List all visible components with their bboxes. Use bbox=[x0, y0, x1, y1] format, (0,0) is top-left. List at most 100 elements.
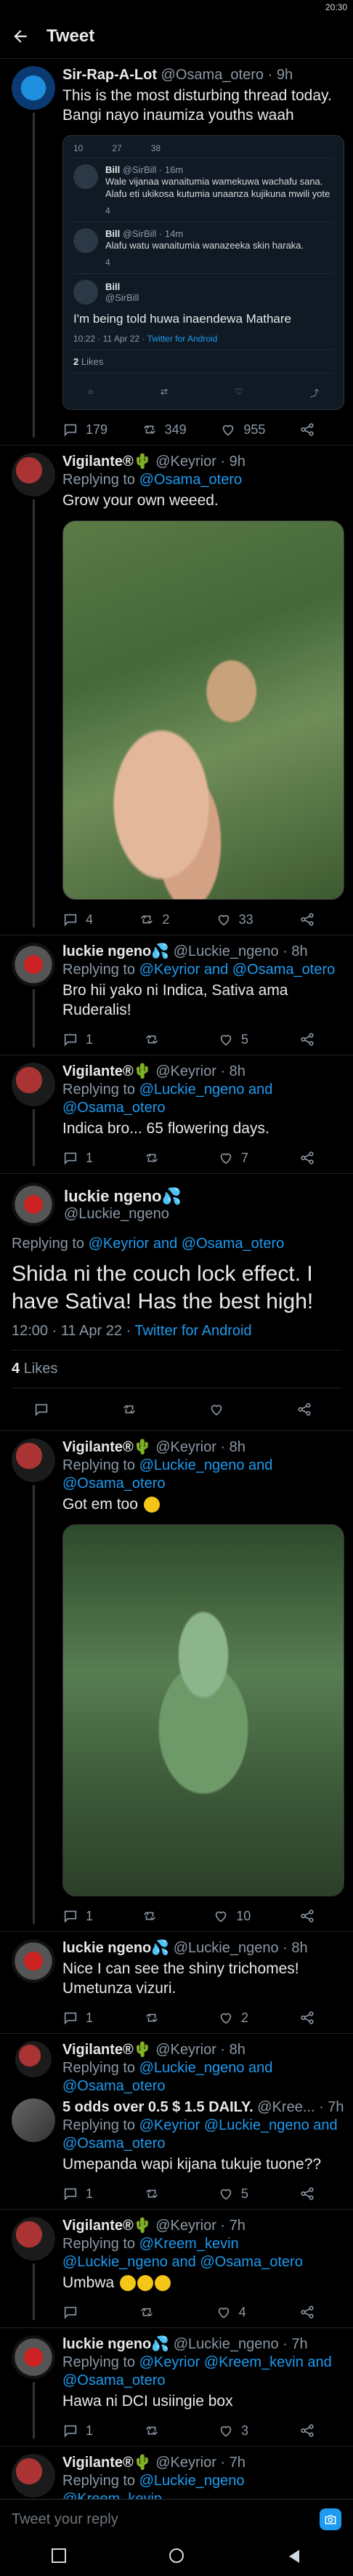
tweet-image[interactable] bbox=[62, 1524, 344, 1896]
camera-button[interactable] bbox=[320, 2508, 341, 2530]
tweet[interactable]: Vigilante®🌵 @Keyrior · 7h Replying to @K… bbox=[0, 2210, 353, 2328]
like-button[interactable]: 5 bbox=[218, 1031, 248, 1047]
avatar[interactable] bbox=[12, 2098, 55, 2142]
tweet-image[interactable] bbox=[62, 520, 344, 900]
tweet[interactable]: Sir-Rap-A-Lot @Osama_otero · 9h This is … bbox=[0, 59, 353, 446]
avatar[interactable] bbox=[12, 453, 55, 496]
share-button[interactable] bbox=[299, 2304, 315, 2320]
tweet[interactable]: Vigilante®🌵 @Keyrior · 8h Replying to @L… bbox=[0, 2034, 353, 2096]
avatar[interactable] bbox=[12, 943, 55, 986]
share-button[interactable] bbox=[299, 422, 315, 438]
share-button[interactable] bbox=[299, 2010, 315, 2026]
like-button[interactable]: 33 bbox=[216, 911, 253, 927]
author-name[interactable]: Vigilante®🌵 bbox=[62, 1439, 152, 1455]
back-button[interactable] bbox=[10, 26, 31, 47]
tweet[interactable]: luckie ngeno💦 @Luckie_ngeno · 8h Nice I … bbox=[0, 1932, 353, 2034]
author-name[interactable]: 5 odds over 0.5 $ 1.5 DAILY. bbox=[62, 2099, 253, 2115]
reply-button[interactable]: 4 bbox=[62, 911, 93, 927]
mention-link[interactable]: @Keyrior and @Osama_otero bbox=[139, 962, 336, 978]
tweet-actions bbox=[12, 1388, 341, 1430]
tweet-time: 9h bbox=[276, 67, 293, 83]
like-button[interactable] bbox=[208, 1401, 224, 1417]
share-button[interactable] bbox=[299, 1150, 315, 1166]
avatar[interactable] bbox=[12, 1939, 55, 1983]
share-button[interactable] bbox=[299, 1908, 315, 1924]
avatar[interactable] bbox=[12, 2217, 55, 2261]
author-name[interactable]: Vigilante®🌵 bbox=[62, 2218, 152, 2234]
source-link[interactable]: Twitter for Android bbox=[134, 1323, 251, 1339]
retweet-button[interactable] bbox=[144, 1150, 167, 1166]
avatar[interactable] bbox=[12, 2335, 55, 2379]
heart-icon bbox=[220, 1153, 232, 1164]
reply-button[interactable]: 1 bbox=[62, 1908, 93, 1924]
reply-composer[interactable]: Tweet your reply bbox=[0, 2499, 353, 2539]
share-button[interactable] bbox=[299, 2186, 315, 2202]
reply-button[interactable] bbox=[33, 1401, 49, 1417]
mention-link[interactable]: @Keyrior and @Osama_otero bbox=[89, 1236, 285, 1252]
author-name[interactable]: Vigilante®🌵 bbox=[62, 454, 152, 470]
tweet-time: 7h bbox=[229, 2218, 246, 2234]
embedded-screenshot[interactable]: 10 27 38 Bill @SirBill · 16m Wale vijana… bbox=[62, 135, 344, 410]
like-button[interactable]: 10 bbox=[213, 1908, 251, 1924]
author-name[interactable]: luckie ngeno💦 bbox=[62, 943, 169, 959]
author-name[interactable]: Vigilante®🌵 bbox=[62, 2455, 152, 2471]
like-button[interactable]: 7 bbox=[218, 1150, 248, 1166]
retweet-button[interactable] bbox=[144, 1031, 167, 1047]
avatar[interactable] bbox=[12, 1438, 55, 1482]
retweet-button[interactable] bbox=[144, 2423, 167, 2439]
avatar[interactable] bbox=[15, 2041, 52, 2077]
tweet[interactable]: Vigilante®🌵 @Keyrior · 8h Replying to @L… bbox=[0, 1055, 353, 1174]
avatar[interactable] bbox=[12, 66, 55, 110]
share-button[interactable] bbox=[299, 2423, 315, 2439]
author-name[interactable]: luckie ngeno💦 bbox=[64, 1187, 182, 1206]
avatar[interactable] bbox=[12, 2454, 55, 2497]
like-button[interactable]: 4 bbox=[216, 2304, 246, 2320]
retweet-button[interactable] bbox=[139, 2304, 162, 2320]
retweet-button[interactable]: 349 bbox=[142, 422, 187, 438]
tweet[interactable]: luckie ngeno💦 @Luckie_ngeno · 8h Replyin… bbox=[0, 935, 353, 1055]
like-button[interactable]: 3 bbox=[218, 2423, 248, 2439]
qc-row: Bill @SirBill · 16m Wale vijanaa wanaitu… bbox=[73, 158, 333, 222]
mention-link[interactable]: @Osama_otero bbox=[139, 472, 242, 488]
reply-button[interactable]: 179 bbox=[62, 422, 107, 438]
recents-button[interactable] bbox=[48, 2548, 70, 2567]
author-handle: @Luckie_ngeno bbox=[64, 1205, 169, 1222]
author-name[interactable]: Vigilante®🌵 bbox=[62, 2042, 152, 2058]
author-name[interactable]: Sir-Rap-A-Lot bbox=[62, 67, 157, 83]
tweet[interactable]: Vigilante®🌵 @Keyrior · 8h Replying to @L… bbox=[0, 1431, 353, 1932]
likes-count[interactable]: 4 Likes bbox=[12, 1351, 341, 1388]
like-button[interactable]: 955 bbox=[220, 422, 265, 438]
home-button[interactable] bbox=[166, 2548, 187, 2567]
avatar[interactable] bbox=[12, 1183, 55, 1226]
retweet-button[interactable] bbox=[142, 1908, 165, 1924]
reply-input[interactable]: Tweet your reply bbox=[12, 2511, 118, 2528]
retweet-button[interactable] bbox=[121, 1401, 137, 1417]
retweet-button[interactable] bbox=[144, 2010, 167, 2026]
thread-line bbox=[32, 113, 35, 438]
share-button[interactable] bbox=[296, 1401, 312, 1417]
back-nav-button[interactable] bbox=[283, 2548, 305, 2567]
author-name[interactable]: luckie ngeno💦 bbox=[62, 1940, 169, 1956]
share-icon bbox=[301, 913, 314, 926]
reply-button[interactable]: 1 bbox=[62, 2010, 93, 2026]
share-button[interactable] bbox=[299, 911, 315, 927]
reply-button[interactable]: 1 bbox=[62, 2423, 93, 2439]
share-button[interactable] bbox=[299, 1031, 315, 1047]
tweet[interactable]: 5 odds over 0.5 $ 1.5 DAILY. @Kree... · … bbox=[0, 2096, 353, 2210]
reply-button[interactable]: 1 bbox=[62, 1031, 93, 1047]
tweet[interactable]: Vigilante®🌵 @Keyrior · 9h Replying to @O… bbox=[0, 446, 353, 935]
retweet-button[interactable] bbox=[144, 2186, 167, 2202]
like-button[interactable]: 5 bbox=[218, 2186, 248, 2202]
reply-button[interactable]: 1 bbox=[62, 1150, 93, 1166]
tweet-text: Grow your own weeed. bbox=[62, 492, 219, 509]
tweet[interactable]: luckie ngeno💦 @Luckie_ngeno · 7h Replyin… bbox=[0, 2328, 353, 2447]
like-button[interactable]: 2 bbox=[218, 2010, 248, 2026]
avatar[interactable] bbox=[12, 1063, 55, 1106]
author-name[interactable]: Vigilante®🌵 bbox=[62, 1063, 152, 1079]
author-name[interactable]: luckie ngeno💦 bbox=[62, 2336, 169, 2352]
reply-button[interactable] bbox=[62, 2304, 86, 2320]
retweet-button[interactable]: 2 bbox=[139, 911, 169, 927]
retweet-icon bbox=[123, 1405, 135, 1414]
replying-to: Replying to @Luckie_ngeno and @Osama_ote… bbox=[62, 2060, 273, 2094]
reply-button[interactable]: 1 bbox=[62, 2186, 93, 2202]
